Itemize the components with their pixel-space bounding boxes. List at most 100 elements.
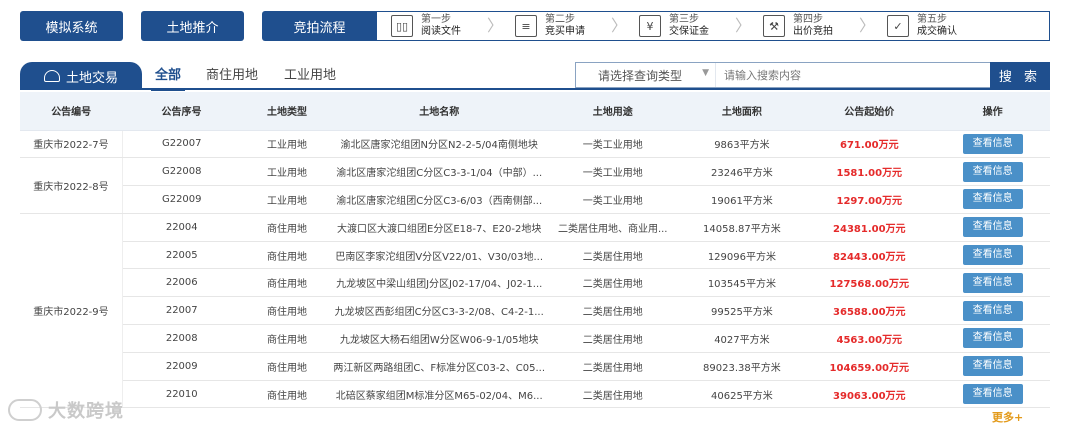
land-name-cell: 巴南区李家沱组团V分区V22/01、V30/03地...: [333, 241, 546, 270]
subtab-commercial-residential[interactable]: 商住用地: [206, 64, 258, 83]
start-price-cell: 671.00万元: [803, 130, 936, 159]
action-cell: 查看信息: [935, 213, 1050, 242]
step-5[interactable]: ✓ 第五步 成交确认: [873, 12, 997, 40]
tab-row: 土地交易 全部 商住用地 工业用地 请选择查询类型 ▼ 搜 索: [20, 60, 1050, 91]
view-info-button[interactable]: 查看信息: [962, 300, 1023, 321]
nav-land-promotion[interactable]: 土地推介: [141, 11, 244, 41]
query-type-select[interactable]: 请选择查询类型 ▼: [576, 63, 716, 87]
chevron-right-icon: 〉: [859, 16, 876, 35]
step-3[interactable]: ¥ 第三步 交保证金 〉: [625, 12, 752, 40]
land-type-cell: 商住用地: [240, 213, 334, 242]
col-header-start-price: 公告起始价: [803, 92, 936, 131]
seq-cell: 22006: [122, 268, 241, 298]
action-cell: 查看信息: [935, 185, 1050, 214]
notice-no-cell: 重庆市2022-7号: [20, 130, 123, 159]
land-type-cell: 商住用地: [240, 380, 334, 409]
land-type-cell: 工业用地: [240, 130, 334, 159]
land-type-cell: 工业用地: [240, 157, 334, 187]
view-info-button[interactable]: 查看信息: [962, 384, 1023, 405]
tab-land-trade[interactable]: 土地交易: [20, 62, 142, 90]
step-1-label: 第一步: [421, 14, 451, 25]
start-price-cell: 36588.00万元: [803, 296, 936, 326]
land-use-cell: 二类居住用地: [545, 324, 681, 353]
view-info-button[interactable]: 查看信息: [962, 217, 1023, 238]
watermark: 大数跨境: [8, 397, 124, 423]
table-row: 22008 商住用地 九龙坡区大杨石组团W分区W06-9-1/05地块 二类居住…: [20, 324, 1050, 353]
nav-bidding-process[interactable]: 竞拍流程: [262, 11, 377, 41]
land-name-cell: 九龙坡区中梁山组团J分区J02-17/04、J02-1...: [333, 268, 546, 298]
chevron-right-icon: 〉: [611, 16, 628, 35]
start-price-cell: 82443.00万元: [803, 241, 936, 270]
view-info-button[interactable]: 查看信息: [962, 245, 1023, 266]
land-icon: [43, 70, 60, 82]
start-price-cell: 4563.00万元: [803, 324, 936, 353]
notice-no-cell: 重庆市2022-8号: [20, 157, 123, 214]
col-header-notice-no: 公告编号: [20, 92, 123, 131]
watermark-logo-icon: [8, 399, 42, 421]
chevron-right-icon: 〉: [487, 16, 504, 35]
chevron-down-icon: ▼: [702, 68, 709, 78]
action-cell: 查看信息: [935, 352, 1050, 381]
search-input[interactable]: [716, 63, 990, 87]
land-name-cell: 两江新区两路组团C、F标准分区C03-2、C05...: [333, 352, 546, 381]
step-5-label: 第五步: [917, 14, 947, 25]
search-button[interactable]: 搜 索: [990, 62, 1050, 88]
table-header-row: 公告编号 公告序号 土地类型 土地名称 土地用途 土地面积 公告起始价 操作: [20, 92, 1050, 131]
confirm-icon: ✓: [887, 15, 909, 37]
search-bar: 请选择查询类型 ▼ 搜 索: [575, 62, 1050, 88]
land-name-cell: 渝北区唐家沱组团N分区N2-2-5/04南侧地块: [333, 130, 546, 159]
land-area-cell: 129096平方米: [680, 241, 804, 270]
step-2[interactable]: ≡ 第二步 竞买申请 〉: [501, 12, 628, 40]
chevron-right-icon: 〉: [735, 16, 752, 35]
seq-cell: 22004: [122, 213, 241, 242]
land-name-cell: 渝北区唐家沱组团C分区C3-3-1/04（中部）...: [333, 157, 546, 187]
land-name-cell: 北碚区蔡家组团M标准分区M65-02/04、M6...: [333, 380, 546, 409]
land-use-cell: 一类工业用地: [545, 130, 681, 159]
land-use-cell: 二类居住用地: [545, 380, 681, 409]
table-row: 重庆市2022-9号 22004 商住用地 大渡口区大渡口组团E分区E18-7、…: [20, 213, 1050, 409]
start-price-cell: 127568.00万元: [803, 268, 936, 298]
view-info-button[interactable]: 查看信息: [962, 189, 1023, 210]
start-price-cell: 39063.00万元: [803, 380, 936, 409]
land-name-cell: 大渡口区大渡口组团E分区E18-7、E20-2地块: [333, 213, 546, 242]
step-1[interactable]: ▯▯ 第一步 阅读文件 〉: [377, 12, 504, 40]
nav-simulation-system[interactable]: 模拟系统: [20, 11, 123, 41]
land-use-cell: 二类居住用地: [545, 268, 681, 298]
land-use-cell: 一类工业用地: [545, 157, 681, 187]
view-info-button[interactable]: 查看信息: [962, 272, 1023, 293]
land-use-cell: 二类居住用地: [545, 296, 681, 326]
table-row: G22009 工业用地 渝北区唐家沱组团C分区C3-6/03（西南侧部... 一…: [20, 185, 1050, 214]
subtab-industrial[interactable]: 工业用地: [284, 64, 336, 83]
land-use-cell: 二类居住用地、商业用...: [545, 213, 681, 242]
book-icon: ▯▯: [391, 15, 413, 37]
subtab-all[interactable]: 全部: [150, 64, 186, 91]
notice-no-cell: 重庆市2022-9号: [20, 213, 123, 409]
watermark-text: 大数跨境: [48, 401, 124, 422]
seq-cell: 22010: [122, 380, 241, 409]
seq-cell: 22009: [122, 352, 241, 381]
land-type-cell: 工业用地: [240, 185, 334, 214]
land-name-cell: 九龙坡区大杨石组团W分区W06-9-1/05地块: [333, 324, 546, 353]
land-area-cell: 40625平方米: [680, 380, 804, 409]
land-area-cell: 89023.38平方米: [680, 352, 804, 381]
col-header-land-type: 土地类型: [240, 92, 334, 131]
col-header-seq: 公告序号: [122, 92, 241, 131]
col-header-action: 操作: [935, 92, 1050, 131]
action-cell: 查看信息: [935, 380, 1050, 409]
more-link[interactable]: 更多+: [992, 409, 1023, 425]
action-cell: 查看信息: [935, 241, 1050, 270]
land-area-cell: 99525平方米: [680, 296, 804, 326]
view-info-button[interactable]: 查看信息: [962, 356, 1023, 377]
table-row: 22007 商住用地 九龙坡区西彭组团C分区C3-3-2/08、C4-2-1..…: [20, 296, 1050, 326]
view-info-button[interactable]: 查看信息: [962, 328, 1023, 349]
view-info-button[interactable]: 查看信息: [962, 133, 1023, 154]
table-row: 22010 商住用地 北碚区蔡家组团M标准分区M65-02/04、M6... 二…: [20, 380, 1050, 409]
step-4-desc: 出价竞拍: [793, 26, 833, 37]
land-type-cell: 商住用地: [240, 352, 334, 381]
step-4[interactable]: ⚒ 第四步 出价竞拍 〉: [749, 12, 876, 40]
land-area-cell: 9863平方米: [680, 130, 804, 159]
document-icon: ≡: [515, 15, 537, 37]
action-cell: 查看信息: [935, 324, 1050, 353]
view-info-button[interactable]: 查看信息: [962, 161, 1023, 182]
step-5-desc: 成交确认: [917, 26, 957, 37]
